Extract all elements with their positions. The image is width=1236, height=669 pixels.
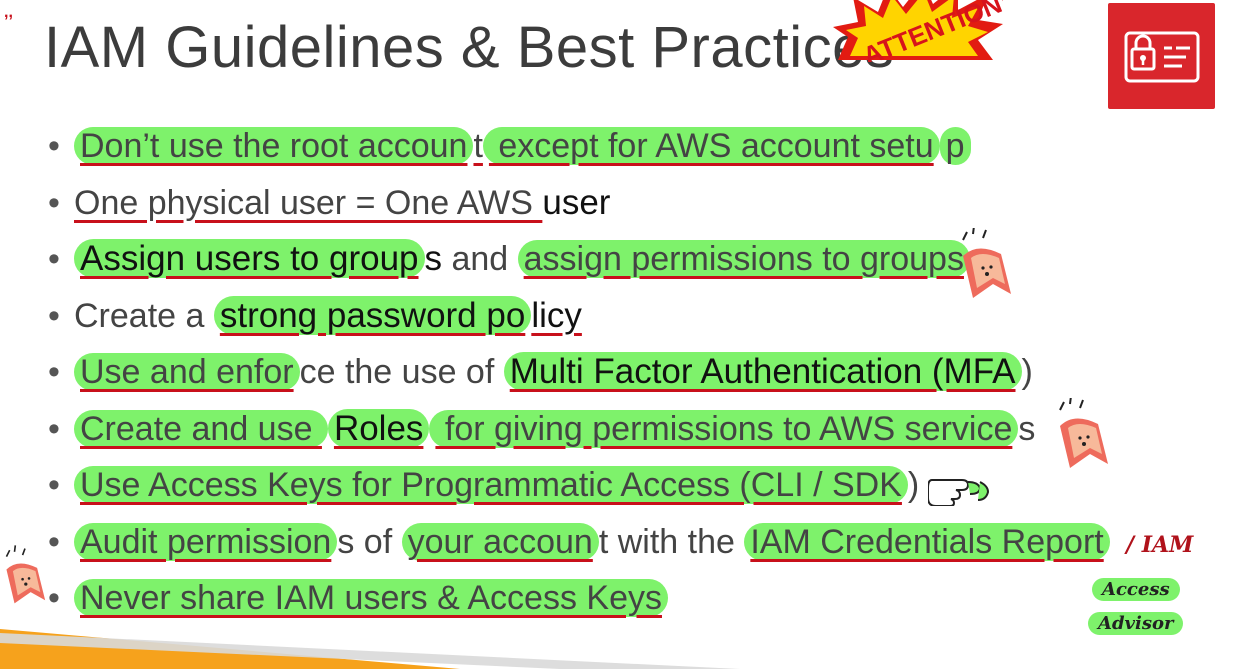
bullet-text: One physical user = One AWS (74, 183, 543, 222)
bullet-text: Use Access Keys for Programmatic Access … (74, 466, 908, 504)
surprised-face-icon (962, 228, 1011, 298)
iam-service-icon (1108, 3, 1215, 109)
bullet-dot: • (48, 466, 60, 504)
bullet-item: • Never share IAM users & Access Keys (48, 574, 1110, 631)
bullet-text: Roles (327, 408, 430, 448)
bullet-dot: • (48, 353, 60, 391)
bullet-text: for giving permissions to AWS service (429, 409, 1019, 448)
surprised-face-icon (5, 545, 46, 604)
bullet-text: t with the (598, 522, 745, 561)
footer-decoration (0, 629, 740, 669)
bullet-item: • Use and enfor ce the use of Multi Factor… (48, 348, 1110, 405)
bullet-text: Create a (74, 296, 214, 335)
bullet-text: Use and enfor (74, 353, 300, 391)
bullet-text: except for AWS account setu (482, 127, 940, 165)
pointing-hand-icon (928, 479, 990, 506)
bullet-item: • Create and use Roles for giving permiss… (48, 405, 1110, 462)
bullet-item: • Audit permission s of your accoun t with … (48, 518, 1110, 575)
access-handwritten-note: Access (1092, 578, 1180, 601)
bullet-dot: • (48, 183, 60, 222)
bullet-text: Create and use (74, 409, 328, 448)
bullet-item: • One physical user = One AWS user (48, 179, 1110, 236)
bullet-item: • Don’t use the root accoun t except for A… (48, 122, 1110, 179)
bullet-dot: • (48, 127, 60, 165)
bullet-dot: • (48, 579, 60, 617)
bullet-text: Multi Factor Authentication (MFA (503, 352, 1022, 391)
attention-sticker-icon: ATTENTION! (833, 0, 1003, 62)
bullet-text: assign permissions to groups (517, 240, 970, 278)
bullet-text: licy (531, 295, 582, 335)
bullet-dot: • (48, 409, 60, 448)
bullet-text: t (473, 127, 483, 165)
bullet-text: Never share IAM users & Access Keys (74, 579, 668, 617)
bullet-item: • Assign users to group s and assign permi… (48, 235, 1110, 292)
iam-handwritten-note: / IAM (1126, 532, 1194, 558)
bullet-text: strong password po (213, 295, 532, 335)
bullet-text: Audit permission (74, 522, 338, 561)
page-title: IAM Guidelines & Best Practices (44, 15, 895, 80)
surprised-face-icon (1059, 398, 1108, 468)
corner-pen-mark: ,, (4, 4, 13, 21)
bullet-text: Assign users to group (74, 239, 425, 278)
bullet-dot: • (48, 240, 60, 278)
bullet-text: s (1018, 409, 1036, 448)
bullet-text: p (939, 127, 971, 165)
bullet-text: s (424, 239, 443, 278)
bullet-text: ) (907, 466, 920, 504)
bullet-text: user (542, 182, 611, 222)
bullet-text: s of (337, 522, 402, 561)
bullet-text: ce the use of (299, 353, 504, 391)
best-practices-list: • Don’t use the root accoun t except for A… (48, 122, 1110, 631)
bullet-text: ) (1021, 353, 1033, 391)
bullet-item: • Create a strong password po licy (48, 292, 1110, 349)
bullet-text: IAM Credentials Report (744, 522, 1110, 561)
bullet-dot: • (48, 296, 60, 335)
bullet-text: your accoun (401, 522, 599, 561)
bullet-text: and (442, 240, 518, 278)
bullet-text: Don’t use the root accoun (74, 127, 474, 165)
bullet-dot: • (48, 522, 60, 561)
